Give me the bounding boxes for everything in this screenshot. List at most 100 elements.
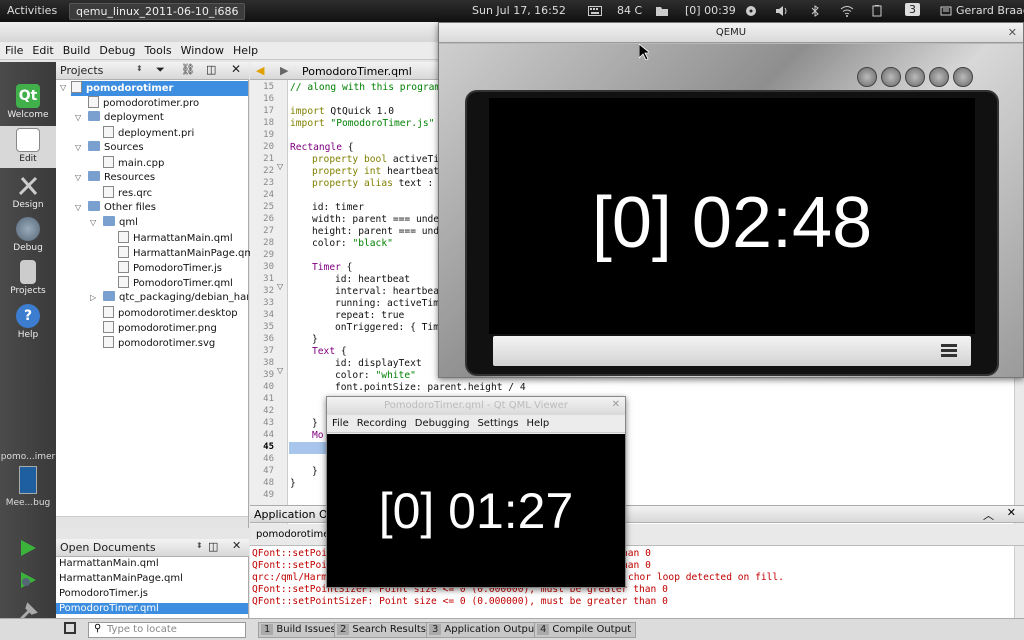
menu-window[interactable]: Window (176, 42, 228, 57)
menu-debug[interactable]: Debug (94, 42, 139, 57)
vertical-scrollbar[interactable] (1014, 546, 1024, 618)
close-icon[interactable]: ✕ (1008, 26, 1017, 39)
menu-tools[interactable]: Tools (140, 42, 176, 57)
rotate-icon[interactable] (857, 67, 877, 87)
battery-icon[interactable] (870, 4, 884, 17)
fold-arrow-icon[interactable]: ▽ (277, 282, 283, 291)
split-icon[interactable]: ◫ (206, 63, 216, 76)
open-doc-item[interactable]: HarmattanMainPage.qml (59, 573, 183, 584)
close-icon[interactable]: ✕ (232, 539, 241, 552)
minus-icon[interactable] (929, 67, 949, 87)
run-icon[interactable] (18, 538, 38, 558)
link-icon[interactable]: ⛓ (181, 63, 195, 76)
tree-item[interactable]: res.qrc (103, 186, 152, 201)
folder-icon[interactable] (655, 4, 669, 17)
workspace-indicator[interactable]: 3 (905, 3, 920, 16)
menu-edit[interactable]: Edit (27, 42, 57, 57)
mode-edit[interactable]: Edit (0, 126, 56, 168)
close-icon[interactable]: ✕ (612, 399, 620, 410)
mode-debug[interactable]: Debug (0, 215, 56, 257)
tree-item[interactable]: HarmattanMain.qml (118, 231, 233, 246)
menu-file[interactable]: File (0, 42, 27, 57)
back-arrow-icon[interactable]: ◀ (256, 64, 264, 77)
expand-arrow-icon[interactable]: ▽ (90, 218, 96, 227)
keyboard-icon[interactable] (588, 4, 602, 17)
viewer-menu-debugging[interactable]: Debugging (410, 415, 473, 429)
kit-project-label[interactable]: pomo...imer (0, 452, 56, 462)
plus-icon[interactable] (953, 67, 973, 87)
ruler-icon[interactable] (905, 67, 925, 87)
output-tab-application-output[interactable]: 3 Application Output (426, 622, 544, 638)
menu-build[interactable]: Build (58, 42, 95, 57)
expand-arrow-icon[interactable]: ▽ (75, 113, 81, 122)
bluetooth-icon[interactable] (808, 4, 822, 17)
menu-help[interactable]: Help (228, 42, 262, 57)
horizontal-scrollbar[interactable] (56, 516, 248, 528)
tree-item[interactable]: PomodoroTimer.qml (118, 276, 233, 291)
viewer-menu-help[interactable]: Help (521, 415, 552, 429)
disc-icon[interactable] (744, 4, 758, 17)
output-tab[interactable]: pomodorotimer (256, 529, 334, 540)
tree-item[interactable]: Other files (88, 201, 156, 216)
open-doc-item[interactable]: PomodoroTimer.js (59, 588, 148, 599)
expand-arrow-icon[interactable]: ▽ (75, 203, 81, 212)
temperature[interactable]: 84 C (617, 4, 642, 17)
active-window-button[interactable]: qemu_linux_2011-06-10_i686 (69, 3, 246, 20)
menu-icon[interactable] (941, 344, 957, 358)
tree-item[interactable]: PomodoroTimer.js (118, 261, 222, 276)
viewer-menu-file[interactable]: File (327, 415, 352, 429)
mode-design[interactable]: Design (0, 172, 56, 214)
fold-arrow-icon[interactable]: ▽ (277, 366, 283, 375)
forward-arrow-icon[interactable]: ▶ (280, 64, 288, 77)
open-docs-selector-arrows-icon[interactable]: ⬍ (196, 541, 203, 550)
device-screen[interactable]: [0] 02:48 (489, 98, 975, 334)
tree-item[interactable]: pomodorotimer (71, 81, 248, 96)
fold-arrow-icon[interactable]: ▽ (277, 162, 283, 171)
split-icon[interactable]: ◫ (208, 540, 218, 553)
output-tab-compile-output[interactable]: 4 Compile Output (534, 622, 637, 638)
debug-run-icon[interactable] (18, 570, 38, 590)
device-icon[interactable] (19, 466, 37, 494)
tree-item[interactable]: pomodorotimer.svg (103, 336, 215, 351)
expand-arrow-icon[interactable]: ▽ (75, 173, 81, 182)
close-icon[interactable]: ✕ (1007, 506, 1016, 519)
clock[interactable]: Sun Jul 17, 16:52 (472, 4, 566, 17)
maximize-icon[interactable]: ︿ (983, 507, 994, 523)
tree-item[interactable]: HarmattanMainPage.qml (118, 246, 257, 261)
sidebar-toggle-icon[interactable] (64, 622, 76, 634)
mode-welcome[interactable]: Qt Welcome (0, 82, 56, 124)
viewer-menu-settings[interactable]: Settings (472, 415, 521, 429)
tree-item[interactable]: pomodorotimer.pro (88, 96, 199, 111)
open-doc-item[interactable]: PomodoroTimer.qml (56, 603, 248, 614)
pen-icon[interactable] (881, 67, 901, 87)
tree-item[interactable]: Resources (88, 171, 155, 186)
tree-item[interactable]: pomodorotimer.desktop (103, 306, 238, 321)
expand-arrow-icon[interactable]: ▽ (75, 143, 81, 152)
filter-icon[interactable]: ⏷ (156, 63, 165, 77)
close-icon[interactable]: ✕ (231, 62, 241, 76)
volume-icon[interactable] (775, 4, 789, 17)
locate-input[interactable]: Type to locate (88, 622, 246, 638)
tree-item[interactable]: pomodorotimer.png (103, 321, 217, 336)
tree-item[interactable]: qtc_packaging/debian_harmattan (103, 291, 248, 306)
mode-help[interactable]: ? Help (0, 302, 56, 344)
projects-selector-arrows-icon[interactable]: ⬍ (136, 64, 143, 73)
viewer-menu-recording[interactable]: Recording (352, 415, 410, 429)
editor-file-selector[interactable]: PomodoroTimer.qml (302, 65, 412, 78)
mode-projects[interactable]: Projects (0, 258, 56, 300)
tree-item[interactable]: main.cpp (103, 156, 164, 171)
user-icon[interactable] (940, 4, 954, 17)
tree-item[interactable]: deployment (88, 111, 164, 126)
pomodoro-indicator[interactable]: [0] 00:39 (685, 4, 736, 17)
kit-target-label[interactable]: Mee...bug (0, 498, 56, 508)
wifi-icon[interactable] (840, 4, 854, 17)
collapse-arrow-icon[interactable]: ▷ (90, 293, 96, 302)
tree-item[interactable]: Sources (88, 141, 144, 156)
output-tab-build-issues[interactable]: 1 Build Issues (258, 622, 341, 638)
viewer-canvas[interactable]: [0] 01:27 (327, 434, 625, 587)
tree-item[interactable]: qml (103, 216, 138, 231)
output-tab-search-results[interactable]: 2 Search Results (334, 622, 432, 638)
expand-arrow-icon[interactable]: ▽ (60, 83, 66, 92)
activities-button[interactable]: Activities (7, 4, 57, 17)
user-name[interactable]: Gerard Braad (956, 4, 1024, 17)
